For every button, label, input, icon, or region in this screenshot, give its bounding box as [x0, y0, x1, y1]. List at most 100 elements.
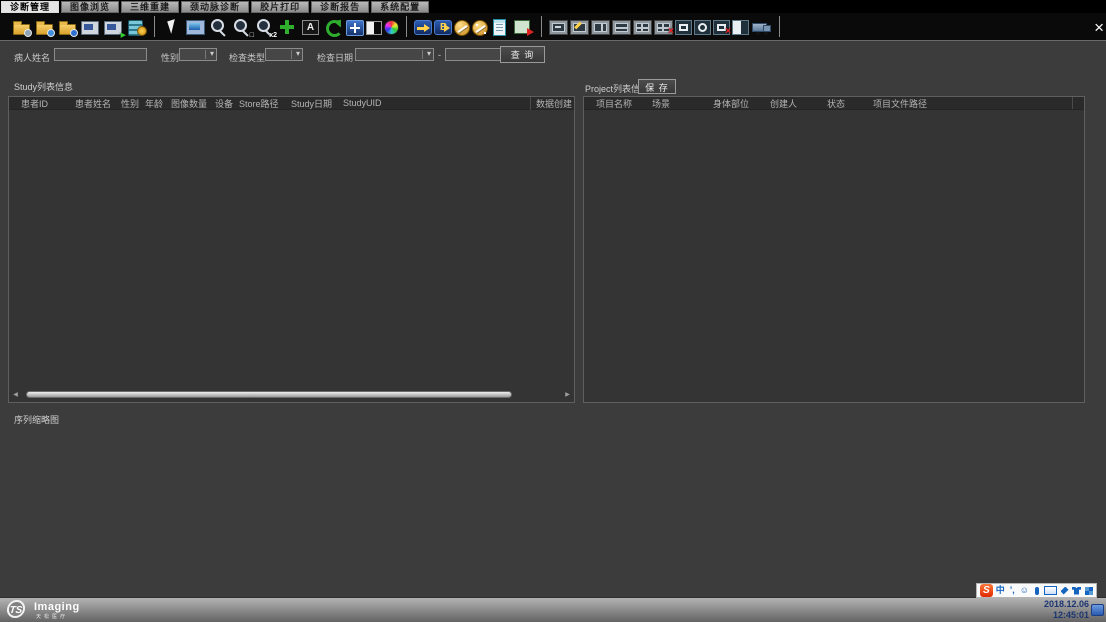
scrollbar-thumb[interactable]: [26, 391, 512, 398]
main-tab-0[interactable]: 诊断管理: [1, 1, 59, 13]
column-header[interactable]: 创建人: [770, 97, 827, 110]
content-area: 病人姓名 性别 检查类型 检查日期 - 查 询 Study列表信息 患者ID患者…: [0, 40, 1106, 597]
brand-subtitle: 天松医疗: [36, 613, 68, 620]
open-study-folder-icon[interactable]: [34, 17, 55, 37]
study-table-panel: 患者ID患者姓名性别年龄图像数量设备Store路径Study日期StudyUID…: [8, 96, 575, 403]
layout-edit-icon[interactable]: [570, 20, 589, 35]
ellipse-roi-icon[interactable]: [694, 20, 711, 35]
column-header[interactable]: 性别: [121, 97, 145, 110]
column-header[interactable]: 项目名称: [596, 97, 652, 110]
zoom-icon[interactable]: [208, 17, 229, 37]
annotation-text-icon[interactable]: [300, 17, 321, 37]
half-split-icon[interactable]: [732, 20, 749, 35]
column-header[interactable]: 图像数量: [171, 97, 215, 110]
send-image-icon[interactable]: ▶: [103, 17, 124, 37]
report-notes-icon[interactable]: [490, 17, 511, 37]
zoom-2x-icon-overlay: x2: [269, 32, 277, 39]
main-tab-3[interactable]: 颈动脉诊断: [181, 1, 249, 13]
import-folder-icon[interactable]: [57, 17, 78, 37]
main-tab-6[interactable]: 系统配置: [371, 1, 429, 13]
brand-name: Imaging: [34, 601, 80, 613]
transfer-icon[interactable]: [751, 17, 772, 37]
emoji-panel-icon[interactable]: ☺: [1020, 584, 1029, 597]
main-tab-5[interactable]: 诊断报告: [311, 1, 369, 13]
column-header[interactable]: 设备: [215, 97, 239, 110]
close-icon[interactable]: ×: [1094, 19, 1104, 36]
project-table-panel: 项目名称场景身体部位创建人状态项目文件路径: [583, 96, 1085, 403]
query-button[interactable]: 查 询: [500, 46, 545, 63]
column-header[interactable]: 数据创建: [530, 97, 572, 110]
toolbar-separator: [154, 16, 155, 37]
column-header[interactable]: Study日期: [291, 97, 343, 110]
exam-type-select[interactable]: [265, 48, 303, 61]
zoom-2x-icon[interactable]: x2: [254, 17, 275, 37]
column-header[interactable]: 身体部位: [713, 97, 770, 110]
column-header[interactable]: 项目文件路径: [873, 97, 993, 110]
column-header[interactable]: StudyUID: [343, 98, 493, 108]
project-table-header: 项目名称场景身体部位创建人状态项目文件路径: [584, 97, 1084, 110]
window-level-icon[interactable]: [414, 20, 432, 35]
toolbar-separator: [406, 16, 407, 37]
handwriting-icon[interactable]: [1060, 584, 1069, 597]
select-cursor-icon[interactable]: [162, 17, 183, 37]
invert-icon[interactable]: [366, 21, 382, 35]
study-table-header: 患者ID患者姓名性别年龄图像数量设备Store路径Study日期StudyUID…: [9, 97, 574, 110]
layout-grid-icon[interactable]: [633, 20, 652, 35]
main-toolbar: ▶ □ x2 × ×: [0, 13, 1106, 40]
color-palette-icon[interactable]: [384, 20, 399, 35]
taskbar: TS Imaging 天松医疗 2018.12.06 12:45:01: [0, 597, 1106, 622]
skin-center-icon[interactable]: [1072, 584, 1081, 597]
input-method-tray: S中’,☺: [976, 583, 1097, 598]
taskbar-clock[interactable]: 2018.12.06 12:45:01: [1044, 599, 1089, 621]
column-header[interactable]: 患者ID: [21, 97, 75, 110]
column-header[interactable]: Store路径: [239, 97, 291, 110]
pan-icon[interactable]: [277, 17, 298, 37]
close-layout-icon[interactable]: ×: [654, 20, 673, 35]
study-table-hscrollbar[interactable]: ◀ ▶: [11, 389, 572, 400]
save-button[interactable]: 保 存: [638, 79, 676, 94]
window-width-icon[interactable]: [434, 20, 452, 35]
refresh-icon[interactable]: [323, 17, 344, 37]
zoom-region-icon-overlay: □: [250, 32, 254, 39]
toolbox-icon[interactable]: [1084, 584, 1093, 597]
main-tab-4[interactable]: 胶片打印: [251, 1, 309, 13]
layout-single-icon[interactable]: [549, 20, 568, 35]
delete-roi-icon[interactable]: ×: [713, 20, 730, 35]
toolbar-separator: [541, 16, 542, 37]
send-image-icon-overlay: ▶: [121, 31, 126, 39]
punctuation-mode-icon[interactable]: ’,: [1008, 584, 1017, 597]
sogou-input-icon[interactable]: S: [980, 584, 993, 597]
scrollbar-track[interactable]: [20, 389, 563, 400]
column-header[interactable]: 年龄: [145, 97, 171, 110]
open-study-folder-icon-badge: [47, 29, 55, 37]
fit-window-icon[interactable]: [346, 20, 364, 36]
import-folder-icon-badge: [70, 29, 78, 37]
column-header[interactable]: 场景: [652, 97, 713, 110]
layout-horizontal-split-icon[interactable]: [612, 20, 631, 35]
measure-length-icon[interactable]: [454, 20, 470, 36]
measure-angle-icon[interactable]: [472, 20, 488, 36]
image-list-icon[interactable]: [80, 17, 101, 37]
soft-keyboard-icon[interactable]: [1044, 584, 1057, 597]
brand-logo-icon: TS: [6, 600, 26, 618]
scroll-right-arrow-icon[interactable]: ▶: [563, 391, 572, 398]
date-from-select[interactable]: [355, 48, 434, 61]
language-bar-icon[interactable]: [1091, 604, 1104, 616]
open-local-folder-icon[interactable]: [11, 17, 32, 37]
main-tab-1[interactable]: 图像浏览: [61, 1, 119, 13]
export-image-icon[interactable]: [513, 17, 534, 37]
column-header[interactable]: 状态: [827, 97, 873, 110]
voice-input-icon[interactable]: [1032, 584, 1041, 597]
open-local-folder-icon-badge: [24, 29, 32, 37]
window-image-icon[interactable]: [185, 17, 206, 37]
scroll-left-arrow-icon[interactable]: ◀: [11, 391, 20, 398]
main-tab-2[interactable]: 三维重建: [121, 1, 179, 13]
column-header[interactable]: 患者姓名: [75, 97, 121, 110]
zoom-region-icon[interactable]: □: [231, 17, 252, 37]
rect-roi-icon[interactable]: [675, 20, 692, 35]
chinese-mode-icon[interactable]: 中: [996, 584, 1005, 597]
patient-name-input[interactable]: [54, 48, 147, 61]
gender-select[interactable]: [179, 48, 217, 61]
database-archive-icon[interactable]: [126, 17, 147, 37]
layout-vertical-split-icon[interactable]: [591, 20, 610, 35]
